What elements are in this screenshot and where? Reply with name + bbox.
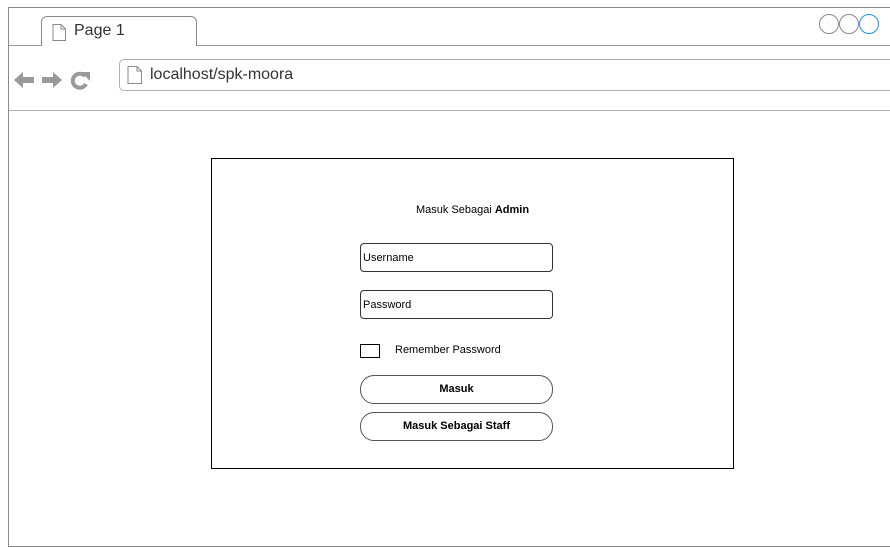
back-arrow-icon[interactable]: [13, 70, 35, 90]
window-controls: [819, 14, 890, 36]
tab-title: Page 1: [74, 22, 125, 39]
window-minimize-icon[interactable]: [819, 14, 839, 34]
window-maximize-icon[interactable]: [839, 14, 859, 34]
document-icon: [52, 24, 66, 41]
login-title-role: Admin: [494, 204, 530, 216]
password-input[interactable]: [360, 290, 553, 319]
url-text: localhost/spk-moora: [150, 66, 294, 83]
window-close-icon[interactable]: [859, 14, 879, 34]
login-button[interactable]: Masuk: [360, 375, 553, 404]
remember-password-label: Remember Password: [395, 344, 501, 356]
browser-toolbar: localhost/spk-moora: [9, 46, 890, 111]
remember-password-checkbox[interactable]: [360, 344, 380, 358]
staff-login-button[interactable]: Masuk Sebagai Staff: [360, 412, 553, 441]
browser-tab[interactable]: Page 1: [41, 16, 197, 46]
browser-window: Page 1 localhost/spk-moora Masuk Sebagai…: [8, 7, 890, 547]
address-bar[interactable]: localhost/spk-moora: [119, 59, 890, 91]
username-input[interactable]: [360, 243, 553, 272]
login-title: Masuk Sebagai Admin: [212, 204, 733, 216]
forward-arrow-icon[interactable]: [41, 70, 63, 90]
remember-password-row[interactable]: Remember Password: [360, 344, 580, 360]
tab-strip: Page 1: [9, 8, 890, 46]
login-title-prefix: Masuk Sebagai: [415, 204, 492, 216]
document-icon: [127, 66, 142, 84]
reload-icon[interactable]: [69, 70, 91, 90]
login-panel: Masuk Sebagai Admin Remember Password Ma…: [211, 158, 734, 469]
